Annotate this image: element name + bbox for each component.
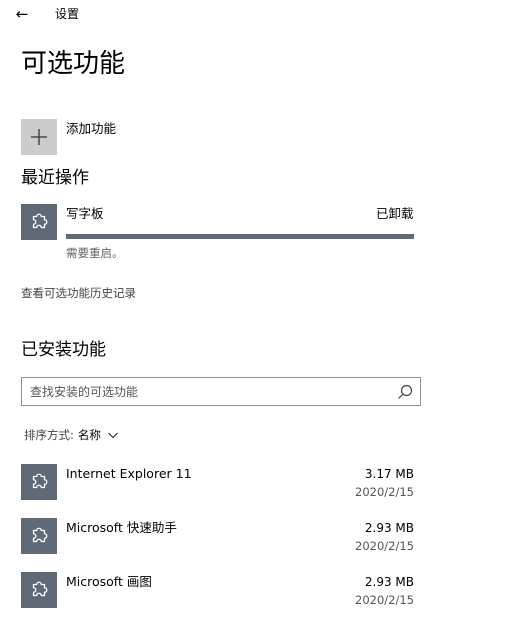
feature-item[interactable]: Internet Explorer 11 3.17 MB 2020/2/15 [21, 464, 416, 510]
sort-label: 排序方式: [24, 428, 74, 442]
recent-item-icon-tile [21, 204, 57, 240]
puzzle-icon [32, 527, 48, 543]
back-button[interactable]: ← [10, 4, 34, 24]
feature-size: 2.93 MB [364, 575, 414, 589]
puzzle-icon [32, 581, 48, 597]
installed-features-heading: 已安装功能 [21, 340, 106, 360]
recent-item-status: 已卸载 [376, 206, 414, 221]
feature-item[interactable]: Microsoft 快速助手 2.93 MB 2020/2/15 [21, 518, 416, 564]
search-icon[interactable] [396, 383, 414, 401]
feature-icon-tile [21, 518, 57, 554]
recent-item-name: 写字板 [66, 206, 104, 221]
feature-date: 2020/2/15 [355, 593, 414, 607]
feature-history-link[interactable]: 查看可选功能历史记录 [21, 285, 136, 301]
sort-value: 名称 [77, 428, 101, 442]
chevron-down-icon [107, 432, 118, 439]
feature-size: 3.17 MB [364, 467, 414, 481]
recent-item-progress-fill [66, 234, 414, 239]
recent-item-progress [66, 234, 414, 239]
feature-name: Microsoft 画图 [66, 574, 152, 589]
feature-name: Internet Explorer 11 [66, 466, 192, 481]
page-title: 可选功能 [21, 49, 126, 79]
search-input[interactable] [30, 381, 390, 402]
recent-actions-heading: 最近操作 [21, 168, 89, 188]
feature-icon-tile [21, 572, 57, 608]
add-feature-button[interactable] [21, 119, 57, 155]
feature-icon-tile [21, 464, 57, 500]
window-title: 设置 [55, 7, 80, 21]
sort-dropdown[interactable]: 排序方式: 名称 [24, 427, 119, 443]
back-arrow-icon: ← [15, 5, 29, 23]
add-feature-label[interactable]: 添加功能 [66, 120, 116, 138]
feature-name: Microsoft 快速助手 [66, 520, 177, 535]
feature-date: 2020/2/15 [355, 485, 414, 499]
plus-icon [31, 129, 47, 145]
recent-item-note: 需要重启。 [66, 246, 124, 260]
puzzle-icon [32, 213, 48, 229]
feature-date: 2020/2/15 [355, 539, 414, 553]
puzzle-icon [32, 473, 48, 489]
search-box [21, 377, 421, 406]
feature-size: 2.93 MB [364, 521, 414, 535]
feature-item[interactable]: Microsoft 画图 2.93 MB 2020/2/15 [21, 572, 416, 618]
